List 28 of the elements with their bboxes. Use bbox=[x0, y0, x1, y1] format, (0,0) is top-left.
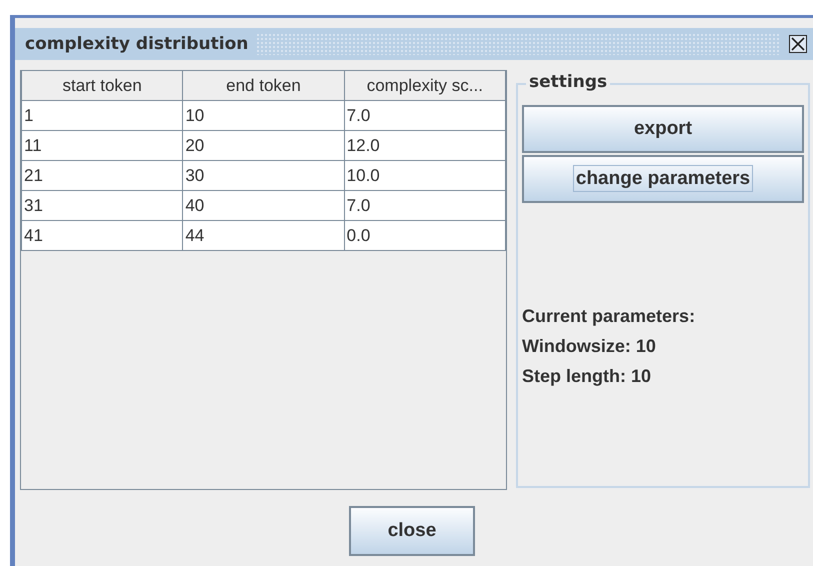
parameter-text: Windowsize: 10 bbox=[522, 335, 657, 358]
settings-button[interactable]: change parameters bbox=[522, 155, 804, 203]
parameter-text: Step length: 10 bbox=[522, 365, 652, 388]
close-button[interactable]: close bbox=[349, 506, 475, 556]
window-title: complexity distribution bbox=[25, 34, 248, 54]
table-cell: 7.0 bbox=[344, 190, 506, 220]
table-cell: 44 bbox=[182, 220, 344, 250]
close-button[interactable] bbox=[789, 35, 807, 53]
settings-title: settings bbox=[526, 72, 610, 92]
table-cell: 0.0 bbox=[344, 220, 506, 250]
column-header[interactable]: complexity sc... bbox=[344, 71, 506, 100]
table-cell: 20 bbox=[182, 130, 344, 160]
table-cell: 21 bbox=[22, 160, 183, 190]
table-cell: 10.0 bbox=[344, 160, 506, 190]
table-cell: 10 bbox=[182, 100, 344, 130]
column-header[interactable]: end token bbox=[182, 71, 344, 100]
table-cell: 1 bbox=[22, 100, 183, 130]
close-icon bbox=[789, 35, 807, 53]
table-cell: 7.0 bbox=[344, 100, 506, 130]
parameter-text: Current parameters: bbox=[522, 305, 696, 328]
settings-button[interactable]: export bbox=[522, 105, 804, 153]
table-cell: 31 bbox=[22, 190, 183, 220]
table-cell: 30 bbox=[182, 160, 344, 190]
table-cell: 40 bbox=[182, 190, 344, 220]
table-cell: 11 bbox=[22, 130, 183, 160]
table-cell: 41 bbox=[22, 220, 183, 250]
column-header[interactable]: start token bbox=[22, 71, 183, 100]
table-cell: 12.0 bbox=[344, 130, 506, 160]
